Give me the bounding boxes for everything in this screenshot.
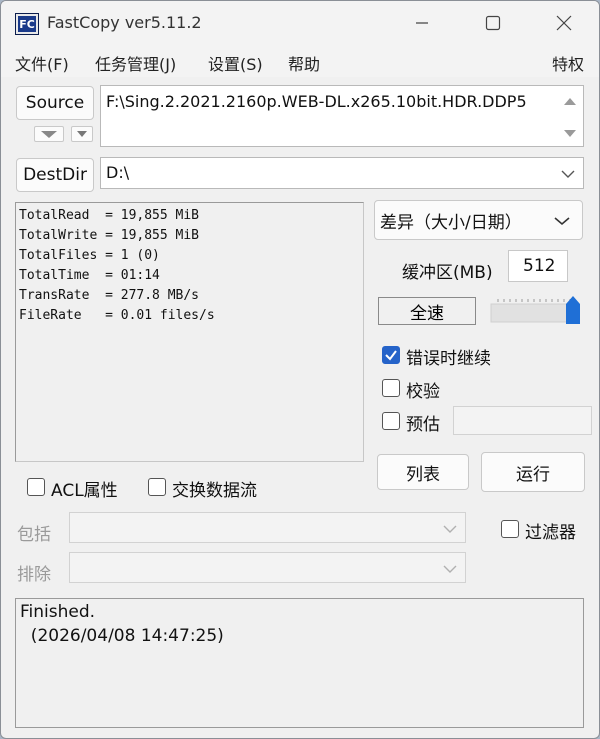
continue-on-error-checkbox[interactable] [382,346,400,364]
continue-on-error-label: 错误时继续 [406,349,491,369]
source-path-text: F:\Sing.2.2021.2160p.WEB-DL.x265.10bit.H… [106,92,527,111]
include-label: 包括 [17,525,51,545]
run-button[interactable]: 运行 [481,452,585,492]
chevron-down-icon [443,525,457,533]
close-button[interactable] [541,8,587,38]
copy-mode-value: 差异（大小/日期） [380,212,522,233]
slider-thumb-icon [566,296,580,324]
window-title: FastCopy ver5.11.2 [47,13,202,32]
acl-label: ACL属性 [51,481,118,501]
maximize-button[interactable] [470,8,516,38]
estimate-label: 预估 [406,415,440,435]
source-button[interactable]: Source [16,86,94,120]
source-history-button[interactable] [34,126,64,142]
chevron-down-icon [443,565,457,573]
minimize-button[interactable] [399,8,445,38]
menu-settings[interactable]: 设置(S) [208,51,263,75]
menu-job[interactable]: 任务管理(J) [95,51,176,75]
log-line-2: (2026/04/08 14:47:25) [20,626,224,646]
checkmark-icon [385,350,397,361]
close-icon [556,15,572,31]
buffer-label: 缓冲区(MB) [402,263,493,283]
source-scrollbar[interactable] [557,86,583,146]
chevron-down-icon [554,217,570,226]
destdir-button[interactable]: DestDir [16,158,94,192]
verify-label: 校验 [406,382,440,402]
status-log: Finished. (2026/04/08 14:47:25) [15,598,584,728]
triangle-down-icon [77,131,87,137]
stats-panel: TotalRead = 19,855 MiB TotalWrite = 19,8… [15,202,364,462]
exclude-label: 排除 [17,565,51,585]
filter-label: 过滤器 [525,523,576,543]
menu-help[interactable]: 帮助 [288,51,320,75]
chevron-down-icon [561,170,575,178]
buffer-input[interactable]: 512 [508,250,568,282]
app-icon-text: FC [18,17,36,31]
speed-slider-thumb[interactable] [566,296,580,324]
stat-total-files: TotalFiles = 1 (0) [19,248,160,263]
fastcopy-window: FC FastCopy ver5.11.2 文件(F) 任务管理(J) 设置(S… [0,0,600,739]
menu-bar: 文件(F) 任务管理(J) 设置(S) 帮助 特权 [1,45,599,77]
acl-checkbox[interactable] [27,478,45,496]
verify-checkbox[interactable] [382,379,400,397]
speed-label: 全速 [378,297,476,325]
stat-file-rate: FileRate = 0.01 files/s [19,308,215,323]
exclude-combo [69,552,466,583]
include-combo [69,512,466,543]
stat-total-write: TotalWrite = 19,855 MiB [19,228,200,243]
source-dropdown-button[interactable] [71,126,93,142]
stat-total-time: TotalTime = 01:14 [19,268,160,283]
destdir-combo[interactable]: D:\ [100,157,584,189]
estimate-checkbox[interactable] [382,412,400,430]
log-line-1: Finished. [20,602,96,622]
source-path-field[interactable]: F:\Sing.2.2021.2160p.WEB-DL.x265.10bit.H… [100,85,584,147]
buffer-value: 512 [523,256,556,276]
app-icon: FC [15,13,39,35]
speed-slider[interactable] [490,296,582,325]
stat-trans-rate: TransRate = 277.8 MB/s [19,288,200,303]
menu-admin[interactable]: 特权 [552,51,584,75]
scroll-arrows-icon [564,98,576,137]
streams-label: 交换数据流 [172,481,257,501]
destdir-path-text: D:\ [106,163,130,182]
maximize-icon [485,15,501,31]
minimize-icon [416,22,428,24]
menu-file[interactable]: 文件(F) [15,51,69,75]
list-button[interactable]: 列表 [377,454,469,490]
triangle-down-icon [41,131,57,138]
streams-checkbox[interactable] [148,478,166,496]
filter-checkbox[interactable] [501,520,519,538]
estimate-field [453,406,592,435]
copy-mode-dropdown[interactable]: 差异（大小/日期） [374,200,583,240]
stat-total-read: TotalRead = 19,855 MiB [19,208,200,223]
title-bar: FC FastCopy ver5.11.2 [1,1,599,45]
